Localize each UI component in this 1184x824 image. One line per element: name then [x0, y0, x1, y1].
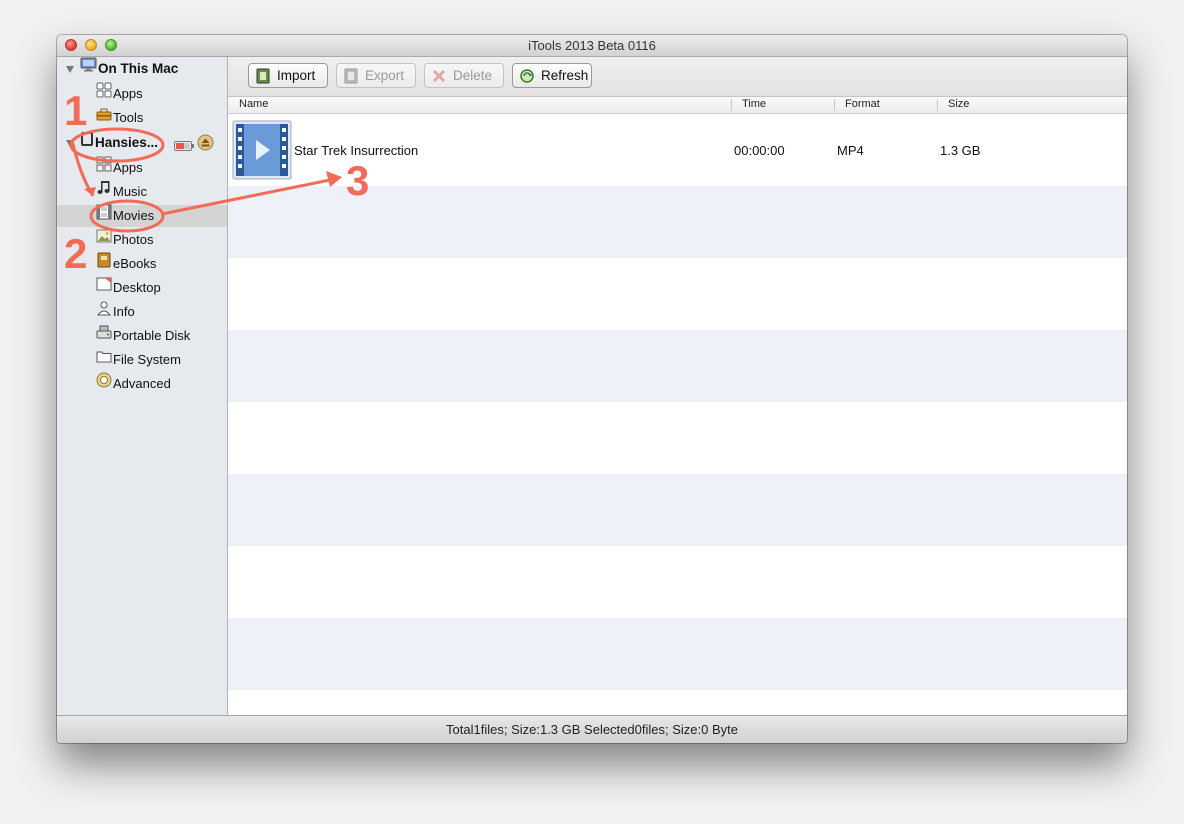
annotation-number-2: 2	[64, 230, 88, 277]
delete-label: Delete	[453, 68, 493, 83]
refresh-label: Refresh	[541, 68, 589, 83]
export-label: Export	[365, 68, 405, 83]
zoom-window-button[interactable]	[105, 39, 117, 51]
folder-icon	[96, 348, 112, 371]
column-header: Name Time Format Size	[228, 97, 1127, 114]
file-name: Star Trek Insurrection	[294, 143, 419, 158]
close-window-button[interactable]	[65, 39, 77, 51]
film-strip-icon	[96, 204, 112, 227]
status-bar: Total1files; Size:1.3 GB Selected0files;…	[57, 715, 1127, 743]
person-info-icon	[96, 300, 112, 323]
sidebar-item-label: Info	[113, 304, 135, 319]
sidebar-item-label: Photos	[113, 232, 154, 247]
empty-row	[228, 258, 1127, 330]
sidebar-item-label: Desktop	[113, 280, 161, 295]
import-label: Import	[277, 68, 316, 83]
sidebar-item-photos[interactable]: Photos	[96, 229, 153, 251]
puzzle-apps-icon	[96, 156, 112, 179]
column-size[interactable]: Size	[948, 98, 969, 110]
portable-disk-icon	[96, 324, 112, 347]
sidebar-item-label: eBooks	[113, 256, 157, 271]
sidebar-section-device[interactable]: Hansies...	[80, 132, 158, 154]
sidebar-section-label: On This Mac	[98, 61, 179, 76]
column-format[interactable]: Format	[845, 98, 880, 110]
status-text: Total1files; Size:1.3 GB Selected0files;…	[446, 722, 738, 737]
sidebar-item-label: Movies	[113, 208, 155, 223]
main-panel: Import Export Delete Refresh Name Time F…	[228, 57, 1127, 715]
tablet-device-icon	[80, 131, 94, 154]
sidebar-item-label: Apps	[113, 86, 143, 101]
delete-x-icon	[431, 68, 447, 91]
photo-icon	[96, 228, 112, 251]
gear-icon	[96, 372, 112, 395]
file-list: Star Trek Insurrection 00:00:00 MP4 1.3 …	[228, 114, 1127, 715]
sidebar-item-label: Tools	[113, 110, 144, 125]
import-icon	[255, 68, 271, 91]
eject-icon[interactable]	[197, 134, 214, 156]
sidebar-item-tools[interactable]: Tools	[96, 107, 143, 129]
app-window: iTools 2013 Beta 0116 On This Mac Apps T…	[57, 35, 1127, 743]
sidebar-item-file-system[interactable]: File System	[96, 349, 181, 371]
sidebar-item-label: Music	[113, 184, 147, 199]
battery-icon	[174, 138, 194, 156]
toolbox-icon	[96, 106, 112, 129]
sidebar-section-label: Hansies...	[95, 135, 159, 151]
file-format: MP4	[837, 143, 864, 158]
file-time: 00:00:00	[734, 143, 785, 158]
empty-row	[228, 474, 1127, 546]
column-time[interactable]: Time	[742, 98, 766, 110]
sidebar-item-label: File System	[113, 352, 181, 367]
annotation-number-3: 3	[346, 157, 370, 204]
empty-row	[228, 546, 1127, 618]
sidebar-item-advanced[interactable]: Advanced	[96, 372, 171, 395]
refresh-button[interactable]: Refresh	[512, 63, 592, 88]
disclosure-triangle-device[interactable]	[66, 140, 74, 147]
delete-button[interactable]: Delete	[424, 63, 504, 88]
apps-grid-icon	[96, 82, 112, 105]
desktop-icon	[96, 276, 112, 299]
sidebar-item-movies[interactable]: Movies	[57, 204, 227, 227]
column-separator[interactable]	[937, 99, 938, 111]
sidebar-item-label: Advanced	[113, 376, 171, 391]
empty-row	[228, 690, 1127, 715]
sidebar-item-ebooks[interactable]: eBooks	[96, 252, 157, 275]
sidebar-item-mac-apps[interactable]: Apps	[96, 82, 143, 105]
sidebar: On This Mac Apps Tools Hansies... Apps M…	[57, 57, 228, 715]
annotation-number-1: 1	[64, 87, 88, 134]
movie-file-icon	[232, 120, 292, 185]
sidebar-item-info[interactable]: Info	[96, 301, 135, 323]
sidebar-item-label: Apps	[113, 160, 143, 175]
disclosure-triangle-mac[interactable]	[66, 66, 74, 73]
music-note-icon	[96, 180, 112, 203]
sidebar-item-apps[interactable]: Apps	[96, 156, 143, 179]
empty-row	[228, 402, 1127, 474]
window-title: iTools 2013 Beta 0116	[528, 38, 656, 53]
sidebar-item-portable-disk[interactable]: Portable Disk	[96, 325, 190, 347]
empty-row	[228, 330, 1127, 402]
sidebar-item-desktop[interactable]: Desktop	[96, 277, 161, 299]
sidebar-section-on-this-mac[interactable]: On This Mac	[80, 57, 179, 80]
refresh-icon	[519, 68, 535, 91]
book-icon	[96, 252, 112, 275]
minimize-window-button[interactable]	[85, 39, 97, 51]
export-icon	[343, 68, 359, 91]
column-name[interactable]: Name	[239, 98, 268, 110]
file-size: 1.3 GB	[940, 143, 981, 158]
import-button[interactable]: Import	[248, 63, 328, 88]
column-separator[interactable]	[731, 99, 732, 111]
sidebar-item-music[interactable]: Music	[96, 181, 147, 203]
column-separator[interactable]	[834, 99, 835, 111]
mac-computer-icon	[80, 57, 97, 79]
empty-row	[228, 618, 1127, 690]
toolbar: Import Export Delete Refresh	[228, 57, 1127, 97]
export-button[interactable]: Export	[336, 63, 416, 88]
title-bar: iTools 2013 Beta 0116	[57, 35, 1127, 57]
sidebar-item-label: Portable Disk	[113, 328, 191, 343]
